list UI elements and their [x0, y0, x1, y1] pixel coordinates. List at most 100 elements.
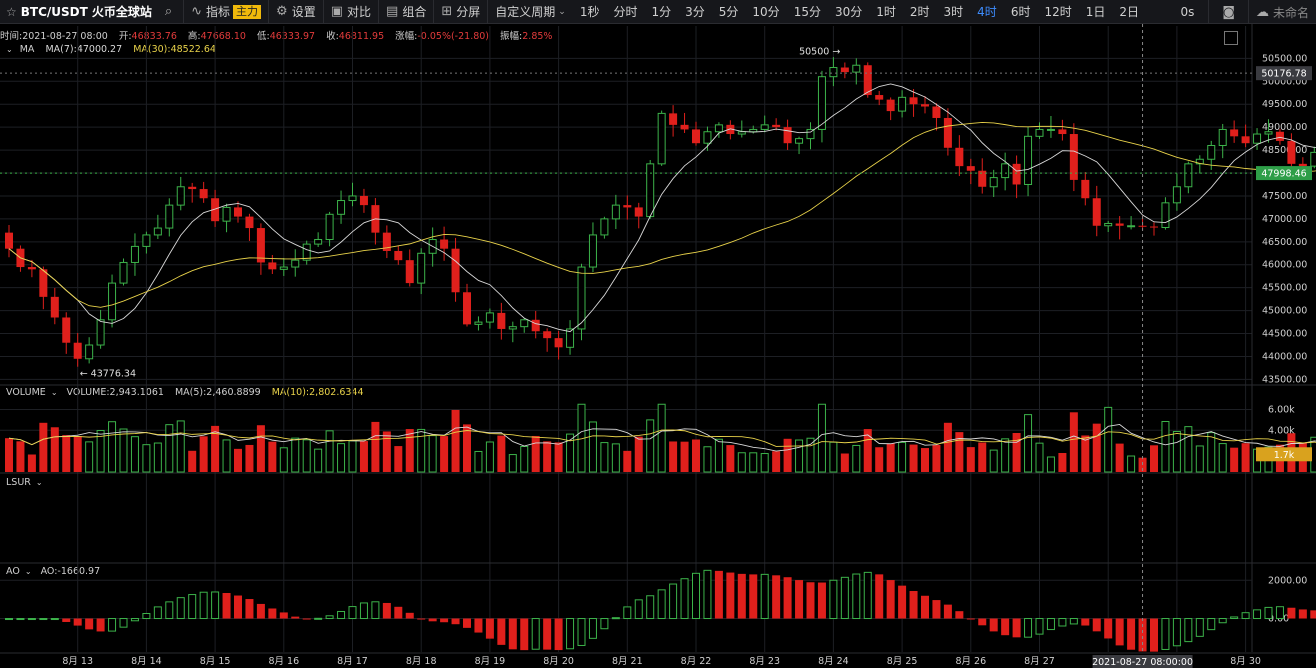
candle-body: [714, 124, 723, 133]
period-12[interactable]: 6时: [1004, 0, 1038, 23]
combo-label: 组合: [402, 5, 427, 19]
candle-body: [955, 147, 964, 167]
volume-bar: [485, 441, 494, 473]
volume-bar: [176, 420, 185, 473]
candle-body: [302, 243, 311, 261]
volume-bar: [646, 419, 655, 473]
period-14[interactable]: 1日: [1079, 0, 1113, 23]
period-1[interactable]: 分时: [606, 0, 644, 23]
candle-body: [783, 127, 792, 144]
ao-bar: [817, 582, 826, 619]
candle-body: [749, 128, 758, 133]
ao-bar: [863, 571, 872, 620]
volume-bar: [1127, 455, 1136, 473]
star-icon[interactable]: ☆: [6, 5, 17, 19]
price-tick-label: 45500.00: [1262, 283, 1307, 294]
ao-bar: [314, 617, 323, 620]
ao-bar: [1024, 618, 1033, 638]
volume-bar: [256, 425, 265, 472]
ao-bar: [440, 618, 449, 623]
ao-bar: [394, 606, 403, 619]
symbol-selector[interactable]: ☆ BTC/USDT 火币全球站: [0, 0, 158, 23]
ao-bar: [417, 618, 426, 620]
price-tick-label: 47500.00: [1262, 191, 1307, 202]
combo-button[interactable]: ▤ 组合: [379, 0, 433, 23]
period-0[interactable]: 1秒: [573, 0, 607, 23]
volume-bar: [142, 444, 151, 473]
candle-body: [394, 250, 403, 261]
volume-bar: [50, 427, 59, 472]
period-13[interactable]: 12时: [1037, 0, 1078, 23]
candle-body: [508, 326, 517, 330]
ao-bar: [1241, 612, 1250, 620]
period-9[interactable]: 2时: [903, 0, 937, 23]
indicator-label: 指标: [206, 5, 231, 19]
period-11[interactable]: 4时: [970, 0, 1004, 23]
candle-body: [348, 195, 357, 202]
candle-body: [165, 204, 174, 229]
candle-body: [1058, 129, 1067, 135]
candle-body: [234, 207, 242, 217]
ao-bar: [898, 585, 907, 619]
volume-bar: [302, 439, 311, 473]
volume-bar: [1207, 432, 1216, 473]
candle-body: [921, 104, 929, 107]
fullscreen-icon[interactable]: [1224, 31, 1238, 45]
volume-bar: [932, 444, 941, 472]
settings-label: 设置: [291, 5, 316, 19]
ao-bar: [852, 573, 861, 620]
indicator-button[interactable]: ∿ 指标 主力: [184, 0, 268, 23]
ao-bar: [188, 594, 197, 620]
volume-bar: [817, 403, 826, 473]
period-4[interactable]: 5分: [712, 0, 746, 23]
candle-body: [611, 204, 620, 220]
chart-canvas[interactable]: 50500.0050000.0049500.0049000.0048500.00…: [0, 24, 1316, 668]
split-screen-button[interactable]: ⊞ 分屏: [434, 0, 487, 23]
period-list: 1秒 分时 1分 3分 5分 10分 15分 30分 1时 2时 3时 4时 6时 12时 1日 2日: [573, 0, 1146, 23]
period-5[interactable]: 10分: [745, 0, 786, 23]
ao-bar: [921, 595, 929, 619]
period-2[interactable]: 1分: [644, 0, 678, 23]
ao-bar: [1275, 606, 1284, 620]
candle-body: [142, 234, 151, 247]
period-10[interactable]: 3时: [937, 0, 971, 23]
period-3[interactable]: 3分: [678, 0, 712, 23]
ao-bar: [646, 595, 655, 620]
candle-body: [1184, 163, 1193, 188]
search-button[interactable]: ⌕: [158, 0, 183, 23]
period-6[interactable]: 15分: [787, 0, 828, 23]
period-7[interactable]: 30分: [828, 0, 869, 23]
candle-body: [176, 186, 185, 206]
volume-bar: [440, 436, 449, 472]
ao-bar: [669, 583, 678, 620]
save-layout-button[interactable]: ☁ 未命名: [1249, 0, 1316, 23]
period-8[interactable]: 1时: [869, 0, 903, 23]
custom-period-button[interactable]: 自定义周期 ⌄: [488, 0, 573, 23]
candle-body: [852, 64, 861, 73]
compare-button[interactable]: ▣ 对比: [324, 0, 378, 23]
settings-button[interactable]: ⚙ 设置: [269, 0, 323, 23]
volume-bar: [16, 441, 25, 472]
volume-bar: [268, 441, 277, 472]
volume-bar: [1150, 445, 1158, 472]
ao-bar: [211, 591, 220, 620]
candle-body: [474, 321, 483, 325]
candle-body: [1310, 151, 1316, 167]
candle-body: [291, 259, 300, 268]
candle-body: [153, 227, 162, 236]
screenshot-button[interactable]: ◙: [1209, 0, 1248, 23]
volume-bar: [692, 439, 700, 472]
candle-body: [405, 260, 414, 284]
period-15[interactable]: 2日: [1112, 0, 1146, 23]
volume-bar: [669, 441, 678, 472]
ao-bar: [1161, 618, 1170, 650]
price-tick-label: 44500.00: [1262, 329, 1307, 340]
ao-bar: [1195, 618, 1204, 637]
main-force-badge[interactable]: 主力: [233, 4, 262, 19]
volume-bar: [680, 441, 689, 472]
candle-body: [943, 117, 952, 148]
price-tick-label: 46000.00: [1262, 260, 1307, 271]
ao-bar: [1264, 606, 1273, 620]
volume-bar: [989, 449, 998, 473]
candle-body: [840, 67, 849, 73]
